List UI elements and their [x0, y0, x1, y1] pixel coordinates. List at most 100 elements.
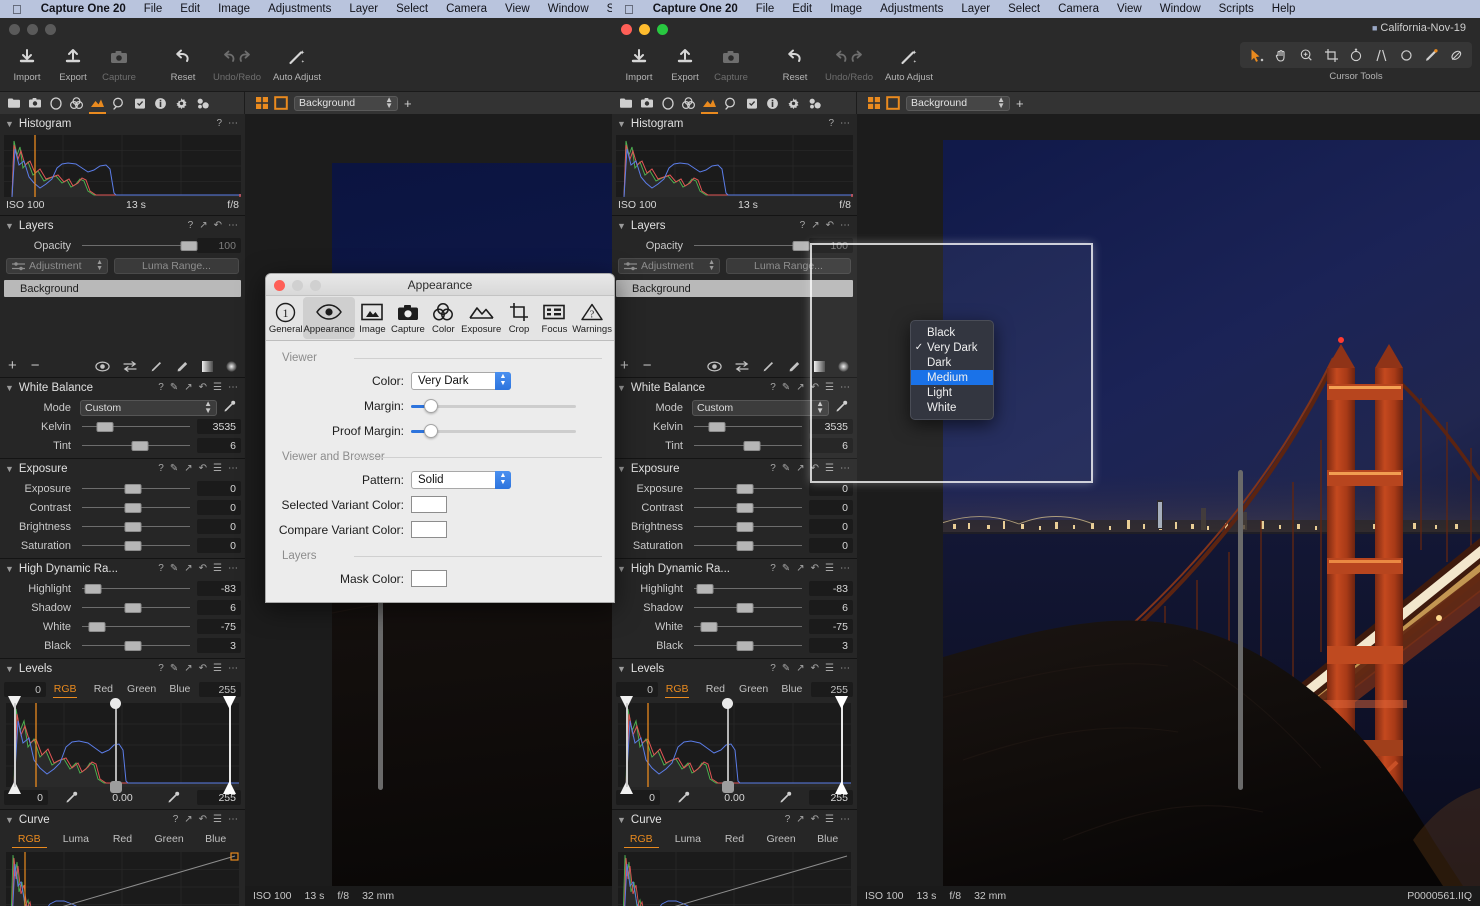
reset-icon[interactable]: ↶ [199, 464, 207, 474]
black-value[interactable]: 3 [197, 638, 241, 653]
picker-icon[interactable]: ✎ [782, 383, 790, 393]
reset-icon[interactable]: ↶ [811, 564, 819, 574]
chevron-down-icon[interactable]: ▼ [617, 221, 626, 231]
white-value[interactable]: -75 [197, 619, 241, 634]
chevron-down-icon[interactable]: ▼ [5, 221, 14, 231]
remove-layer-icon[interactable]: − [643, 359, 652, 373]
wb-tint-value[interactable]: 6 [197, 438, 241, 453]
help-icon[interactable]: ? [770, 383, 776, 393]
help-icon[interactable]: ? [800, 221, 806, 231]
hdr-header[interactable]: ▼ High Dynamic Ra... ? ✎ ↗ ↶ ☰ ⋯ [612, 559, 857, 579]
menu-help[interactable]: Help [1263, 3, 1305, 15]
hdr-header[interactable]: ▼ High Dynamic Ra... ? ✎ ↗ ↶ ☰ ⋯ [0, 559, 245, 579]
picker-icon[interactable]: ✎ [782, 664, 790, 674]
menu-edit[interactable]: Edit [783, 3, 821, 15]
wb-tint-value[interactable]: 6 [809, 438, 853, 453]
zoom-button[interactable] [45, 24, 56, 35]
expand-icon[interactable]: ↗ [796, 383, 804, 393]
reset-button[interactable]: Reset [772, 44, 818, 83]
pref-tab-focus[interactable]: Focus [537, 297, 572, 339]
rotate-icon[interactable] [1345, 45, 1367, 65]
reset-icon[interactable]: ↶ [214, 221, 222, 231]
curve-channel-rgb[interactable]: RGB [618, 833, 665, 848]
chevron-down-icon[interactable]: ▼ [5, 815, 14, 825]
wb-kelvin-value[interactable]: 3535 [197, 419, 241, 434]
levels-gamma-value[interactable]: 0.00 [724, 792, 744, 804]
opacity-slider[interactable] [80, 236, 198, 255]
tool-tab-metadata[interactable] [762, 92, 783, 114]
levels-graph[interactable] [618, 696, 851, 794]
shadow-slider[interactable] [80, 598, 192, 617]
chevron-down-icon[interactable]: ▼ [617, 119, 626, 129]
white-balance-header[interactable]: ▼ White Balance ? ✎ ↗ ↶ ☰ ⋯ [612, 378, 857, 398]
import-button[interactable]: Import [4, 44, 50, 83]
reset-icon[interactable]: ↶ [199, 664, 207, 674]
draw-mask-brush-icon[interactable] [1420, 45, 1442, 65]
viewer-color-dropdown-menu[interactable]: Black ✓ Very Dark Dark Medium Light Whit… [910, 320, 994, 420]
proof-margin-slider[interactable] [411, 422, 576, 440]
chevron-down-icon[interactable]: ▼ [617, 664, 626, 674]
invert-mask-icon[interactable] [123, 360, 137, 372]
picker-icon[interactable]: ✎ [782, 564, 790, 574]
expand-icon[interactable]: ↗ [184, 464, 192, 474]
tool-tab-capture[interactable] [24, 92, 45, 114]
draw-mask-icon[interactable] [762, 360, 775, 373]
levels-channel-blue[interactable]: Blue [161, 681, 199, 698]
levels-channel-green[interactable]: Green [123, 681, 161, 698]
pointer-icon[interactable] [1245, 45, 1267, 65]
reset-icon[interactable]: ↶ [811, 383, 819, 393]
exposure-value[interactable]: 0 [197, 481, 241, 496]
levels-input-min[interactable]: 0 [616, 682, 658, 697]
zoom-button[interactable] [657, 24, 668, 35]
help-icon[interactable]: ? [828, 119, 834, 129]
levels-graph[interactable] [6, 696, 239, 794]
menu-adjustments[interactable]: Adjustments [259, 3, 340, 15]
expand-icon[interactable]: ↗ [796, 564, 804, 574]
histogram-header[interactable]: ▼ Histogram ? ⋯ [0, 114, 245, 134]
picker-icon[interactable]: ✎ [782, 464, 790, 474]
expand-icon[interactable]: ↗ [199, 221, 207, 231]
chevron-down-icon[interactable]: ▼ [5, 464, 14, 474]
compare-variant-color-swatch[interactable] [411, 521, 447, 538]
menu-item-black[interactable]: Black [911, 325, 993, 340]
capture-button[interactable]: Capture [96, 44, 142, 83]
chevron-down-icon[interactable]: ▼ [617, 383, 626, 393]
levels-black-picker-icon[interactable] [677, 791, 690, 804]
menu-capture-one[interactable]: Capture One 20 [644, 3, 747, 15]
more-icon[interactable]: ⋯ [840, 464, 850, 474]
show-mask-icon[interactable] [95, 360, 110, 372]
menu-icon[interactable]: ☰ [825, 564, 834, 574]
levels-input-max[interactable]: 255 [811, 682, 853, 697]
chevron-down-icon[interactable]: ▼ [617, 464, 626, 474]
help-icon[interactable]: ? [216, 119, 222, 129]
luma-range-button[interactable]: Luma Range... [726, 258, 851, 274]
viewer-margin-slider[interactable] [411, 397, 576, 415]
help-icon[interactable]: ? [158, 664, 164, 674]
pref-tab-appearance[interactable]: Appearance [303, 297, 355, 339]
menu-layer[interactable]: Layer [952, 3, 999, 15]
erase-mask-icon[interactable] [788, 360, 801, 373]
grid-view-icon[interactable] [867, 96, 881, 110]
highlight-value[interactable]: -83 [197, 581, 241, 596]
grid-view-icon[interactable] [255, 96, 269, 110]
dialog-zoom-button[interactable] [310, 280, 321, 291]
help-icon[interactable]: ? [173, 815, 179, 825]
levels-white-picker-icon[interactable] [167, 791, 180, 804]
dialog-close-button[interactable] [274, 280, 285, 291]
pattern-select[interactable]: Solid ▲ ▼ [411, 470, 511, 489]
menu-layer[interactable]: Layer [340, 3, 387, 15]
expand-icon[interactable]: ↗ [184, 815, 192, 825]
more-icon[interactable]: ⋯ [228, 383, 238, 393]
menu-window[interactable]: Window [539, 3, 598, 15]
help-icon[interactable]: ? [158, 383, 164, 393]
more-icon[interactable]: ⋯ [228, 664, 238, 674]
menu-scripts[interactable]: Scripts [1210, 3, 1263, 15]
levels-channel-blue[interactable]: Blue [773, 681, 811, 698]
black-slider[interactable] [692, 636, 804, 655]
tool-tab-library[interactable] [615, 92, 636, 114]
reset-icon[interactable]: ↶ [199, 564, 207, 574]
curve-channel-green[interactable]: Green [758, 833, 805, 848]
pref-tab-exposure[interactable]: Exposure [461, 297, 501, 339]
menu-item-medium[interactable]: Medium [911, 370, 993, 385]
levels-channel-rgb[interactable]: RGB [46, 681, 84, 698]
